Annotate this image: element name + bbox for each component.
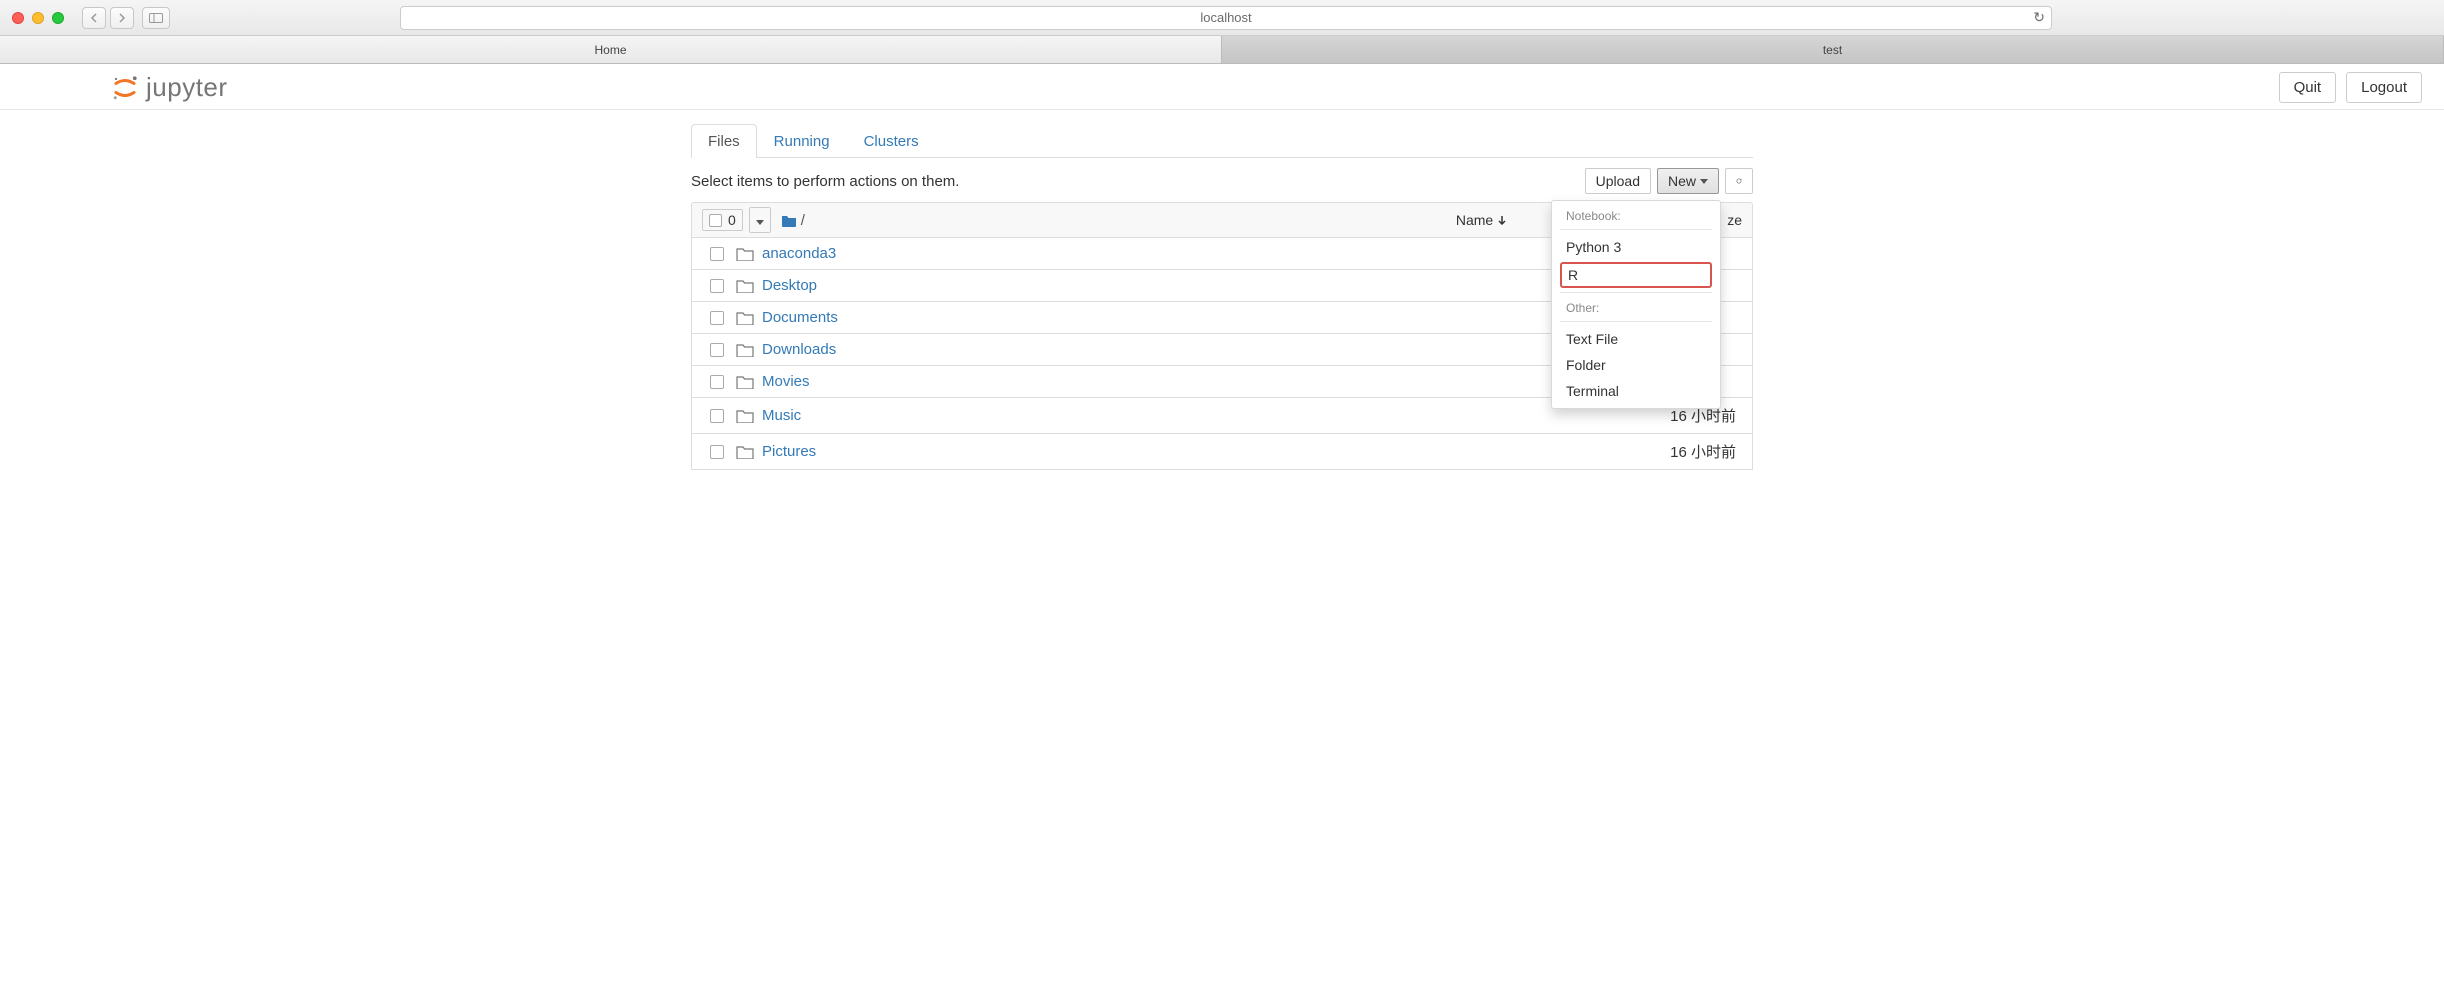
logout-button[interactable]: Logout xyxy=(2346,72,2422,103)
new-button[interactable]: New xyxy=(1657,168,1719,194)
folder-icon xyxy=(736,409,754,423)
select-all-checkbox[interactable] xyxy=(709,214,722,227)
reload-icon[interactable]: ↻ xyxy=(2033,9,2045,26)
tab-clusters[interactable]: Clusters xyxy=(847,124,936,158)
row-checkbox[interactable] xyxy=(710,445,724,459)
dropdown-item-python3[interactable]: Python 3 xyxy=(1552,234,1720,260)
back-button[interactable] xyxy=(82,7,106,29)
url-text: localhost xyxy=(1200,10,1251,25)
jupyter-logo-text: jupyter xyxy=(146,72,228,103)
divider xyxy=(1560,321,1712,322)
quit-button[interactable]: Quit xyxy=(2279,72,2337,103)
row-checkbox[interactable] xyxy=(710,409,724,423)
dropdown-item-textfile[interactable]: Text File xyxy=(1552,326,1720,352)
select-menu-button[interactable] xyxy=(749,207,771,233)
selected-count: 0 xyxy=(728,212,736,228)
row-checkbox[interactable] xyxy=(710,311,724,325)
file-modified: 16 小时前 xyxy=(1670,441,1742,462)
maximize-window-icon[interactable] xyxy=(52,12,64,24)
divider xyxy=(1560,292,1712,293)
sort-by-name[interactable]: Name xyxy=(1456,212,1507,228)
file-row: Pictures 16 小时前 xyxy=(691,434,1753,470)
browser-tab-home[interactable]: Home xyxy=(0,36,1222,63)
file-link[interactable]: Documents xyxy=(762,309,838,326)
dropdown-header-other: Other: xyxy=(1552,297,1720,317)
dropdown-item-r[interactable]: R xyxy=(1560,262,1712,288)
select-all-control[interactable]: 0 xyxy=(702,209,743,231)
action-prompt: Select items to perform actions on them. xyxy=(691,173,959,190)
sidebar-toggle-icon[interactable] xyxy=(142,7,170,29)
browser-tabs: Home test xyxy=(0,36,2444,64)
row-checkbox[interactable] xyxy=(710,343,724,357)
breadcrumb-root[interactable]: / xyxy=(801,212,805,229)
upload-button[interactable]: Upload xyxy=(1585,168,1651,194)
jupyter-logo-icon xyxy=(110,73,140,103)
folder-icon xyxy=(736,375,754,389)
size-col-partial[interactable]: ze xyxy=(1727,212,1742,228)
folder-icon xyxy=(736,247,754,261)
folder-icon xyxy=(736,311,754,325)
window-controls xyxy=(12,12,64,24)
action-row: Select items to perform actions on them.… xyxy=(691,158,1753,202)
jupyter-logo[interactable]: jupyter xyxy=(110,72,228,103)
folder-icon[interactable] xyxy=(781,214,797,227)
forward-button[interactable] xyxy=(110,7,134,29)
arrow-down-icon xyxy=(1497,215,1507,225)
address-bar[interactable]: localhost ↻ xyxy=(400,6,2052,30)
file-link[interactable]: anaconda3 xyxy=(762,245,836,262)
jupyter-tabs: Files Running Clusters xyxy=(691,124,1753,158)
caret-down-icon xyxy=(756,220,764,225)
row-checkbox[interactable] xyxy=(710,279,724,293)
caret-down-icon xyxy=(1700,179,1708,184)
folder-icon xyxy=(736,279,754,293)
folder-icon xyxy=(736,343,754,357)
name-col-label: Name xyxy=(1456,212,1493,228)
file-link[interactable]: Pictures xyxy=(762,443,816,460)
dropdown-header-notebook: Notebook: xyxy=(1552,205,1720,225)
row-checkbox[interactable] xyxy=(710,247,724,261)
refresh-button[interactable] xyxy=(1725,168,1753,194)
folder-icon xyxy=(736,445,754,459)
tab-running[interactable]: Running xyxy=(757,124,847,158)
refresh-icon xyxy=(1736,174,1742,188)
browser-toolbar: localhost ↻ xyxy=(0,0,2444,36)
close-window-icon[interactable] xyxy=(12,12,24,24)
dropdown-item-folder[interactable]: Folder xyxy=(1552,352,1720,378)
file-link[interactable]: Desktop xyxy=(762,277,817,294)
minimize-window-icon[interactable] xyxy=(32,12,44,24)
new-dropdown: Notebook: Python 3 R Other: Text File Fo… xyxy=(1551,200,1721,409)
row-checkbox[interactable] xyxy=(710,375,724,389)
browser-tab-test[interactable]: test xyxy=(1222,36,2444,63)
jupyter-header: jupyter Quit Logout xyxy=(0,64,2444,110)
file-link[interactable]: Downloads xyxy=(762,341,836,358)
new-button-label: New xyxy=(1668,173,1696,189)
dropdown-item-terminal[interactable]: Terminal xyxy=(1552,378,1720,404)
file-link[interactable]: Movies xyxy=(762,373,810,390)
tab-files[interactable]: Files xyxy=(691,124,757,158)
divider xyxy=(1560,229,1712,230)
file-link[interactable]: Music xyxy=(762,407,801,424)
